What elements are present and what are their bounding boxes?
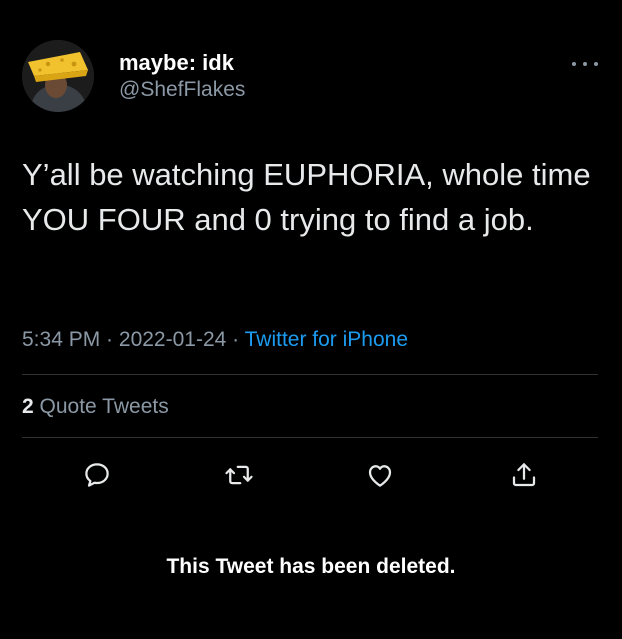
retweet-button[interactable] bbox=[221, 457, 257, 493]
tweet-source-link[interactable]: Twitter for iPhone bbox=[245, 328, 408, 351]
retweet-icon bbox=[225, 465, 253, 485]
like-button[interactable] bbox=[362, 457, 398, 493]
quote-label: Quote Tweets bbox=[33, 395, 169, 418]
tweet-meta: 5:34 PM · 2022-01-24 · Twitter for iPhon… bbox=[22, 325, 408, 355]
share-icon bbox=[512, 463, 536, 487]
more-dot bbox=[594, 62, 598, 66]
avatar[interactable] bbox=[22, 40, 94, 112]
avatar-image bbox=[22, 40, 94, 112]
more-dot bbox=[572, 62, 576, 66]
share-button[interactable] bbox=[506, 457, 542, 493]
user-handle[interactable]: @ShefFlakes bbox=[119, 76, 245, 104]
divider bbox=[22, 437, 598, 438]
reply-button[interactable] bbox=[79, 457, 115, 493]
heart-icon bbox=[368, 465, 392, 487]
meta-separator: · bbox=[100, 328, 119, 351]
more-dot bbox=[583, 62, 587, 66]
display-name[interactable]: maybe: idk bbox=[119, 50, 245, 76]
divider bbox=[22, 374, 598, 375]
tweet-header: maybe: idk @ShefFlakes bbox=[22, 40, 602, 112]
tweet-time[interactable]: 5:34 PM bbox=[22, 328, 100, 351]
tweet-text: Y’all be watching EUPHORIA, whole time Y… bbox=[22, 157, 591, 237]
more-options-icon[interactable] bbox=[572, 60, 598, 68]
meta-separator: · bbox=[226, 328, 245, 351]
quote-tweets-link[interactable]: 2 Quote Tweets bbox=[22, 392, 169, 422]
reply-icon bbox=[85, 463, 109, 487]
tweet-actions bbox=[0, 457, 622, 493]
deleted-tweet-notice: This Tweet has been deleted. bbox=[166, 555, 456, 578]
user-names: maybe: idk @ShefFlakes bbox=[119, 50, 245, 104]
tweet-date[interactable]: 2022-01-24 bbox=[119, 328, 226, 351]
quote-count: 2 bbox=[22, 395, 34, 418]
